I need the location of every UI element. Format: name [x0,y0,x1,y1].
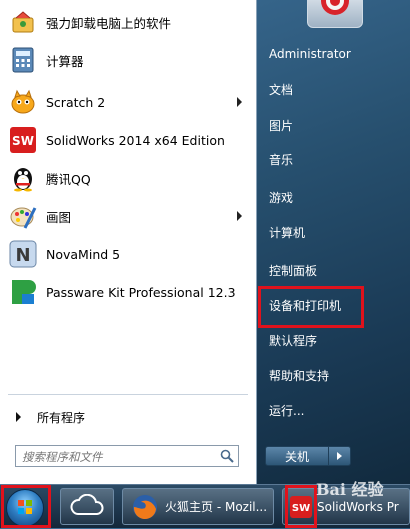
shutdown-options-button[interactable] [329,446,351,466]
program-label: 计算器 [46,53,84,69]
cloud-icon [70,493,104,519]
divider [8,394,248,395]
places-item-documents[interactable]: 文档 [269,79,293,99]
user-avatar[interactable] [307,0,363,28]
program-item-qq[interactable]: 腾讯QQ [4,161,252,195]
uninstall-icon [8,7,38,37]
places-item-administrator[interactable]: Administrator [269,44,351,64]
places-item-games[interactable]: 游戏 [269,187,293,207]
qq-penguin-icon [8,163,38,193]
program-item-scratch[interactable]: Scratch 2 [4,85,252,119]
program-label: 画图 [46,209,72,225]
highlight-box-solidworks [285,485,317,528]
places-item-help-support[interactable]: 帮助和支持 [269,365,329,385]
svg-text:N: N [15,245,30,266]
search-box[interactable] [15,445,239,467]
program-item-passware[interactable]: Passware Kit Professional 12.3 [4,275,252,309]
svg-text:SW: SW [12,134,34,148]
watermark: Bai 经验 [316,480,384,499]
solidworks-icon: SW [8,125,38,155]
program-label: SolidWorks 2014 x64 Edition [46,132,225,148]
program-label: 强力卸载电脑上的软件 [46,15,172,31]
program-item-paint[interactable]: 画图 [4,199,252,233]
paint-icon [8,201,38,231]
calculator-icon [8,45,38,75]
start-menu: 强力卸载电脑上的软件 计算器 Scratch 2 SW SolidWorks 2… [0,0,410,484]
places-item-run[interactable]: 运行... [269,400,304,420]
taskbar-item-firefox[interactable]: 火狐主页 - Mozil... [122,488,274,525]
taskbar-label: 火狐主页 - Mozil... [165,500,268,514]
places-item-default-programs[interactable]: 默认程序 [269,330,317,350]
places-pane: Administrator 文档 图片 音乐 游戏 计算机 控制面板 设备和打印… [257,0,410,484]
all-programs-button[interactable]: 所有程序 [4,405,252,429]
search-input[interactable] [20,448,214,466]
places-item-control-panel[interactable]: 控制面板 [269,260,317,280]
search-icon[interactable] [220,449,234,466]
chevron-right-icon [337,452,342,460]
program-item-solidworks[interactable]: SW SolidWorks 2014 x64 Edition [4,123,252,157]
all-programs-label: 所有程序 [37,410,86,425]
shutdown-button[interactable]: 关机 [265,446,329,466]
taskbar-label: SolidWorks Pr [317,499,399,514]
novamind-icon: N [8,239,38,269]
firefox-icon [131,493,159,521]
places-item-pictures[interactable]: 图片 [269,115,293,135]
places-item-computer[interactable]: 计算机 [269,222,305,242]
program-label: NovaMind 5 [46,246,121,262]
program-item-novamind[interactable]: N NovaMind 5 [4,237,252,271]
places-item-music[interactable]: 音乐 [269,149,293,169]
highlight-box-start [1,485,51,528]
programs-pane: 强力卸载电脑上的软件 计算器 Scratch 2 SW SolidWorks 2… [0,0,257,484]
program-item-calculator[interactable]: 计算器 [4,43,252,77]
taskbar-item-cloud[interactable] [60,488,114,525]
scratch-icon [8,87,38,117]
submenu-arrow-icon [237,97,242,107]
submenu-arrow-icon [237,211,242,221]
program-item-uninstaller[interactable]: 强力卸载电脑上的软件 [4,5,252,39]
program-label: Scratch 2 [46,94,106,110]
program-label: 腾讯QQ [46,171,91,187]
highlight-box-devices [258,286,364,328]
program-label: Passware Kit Professional 12.3 [46,284,236,300]
arrow-right-icon [16,412,21,422]
passware-icon [8,277,38,307]
